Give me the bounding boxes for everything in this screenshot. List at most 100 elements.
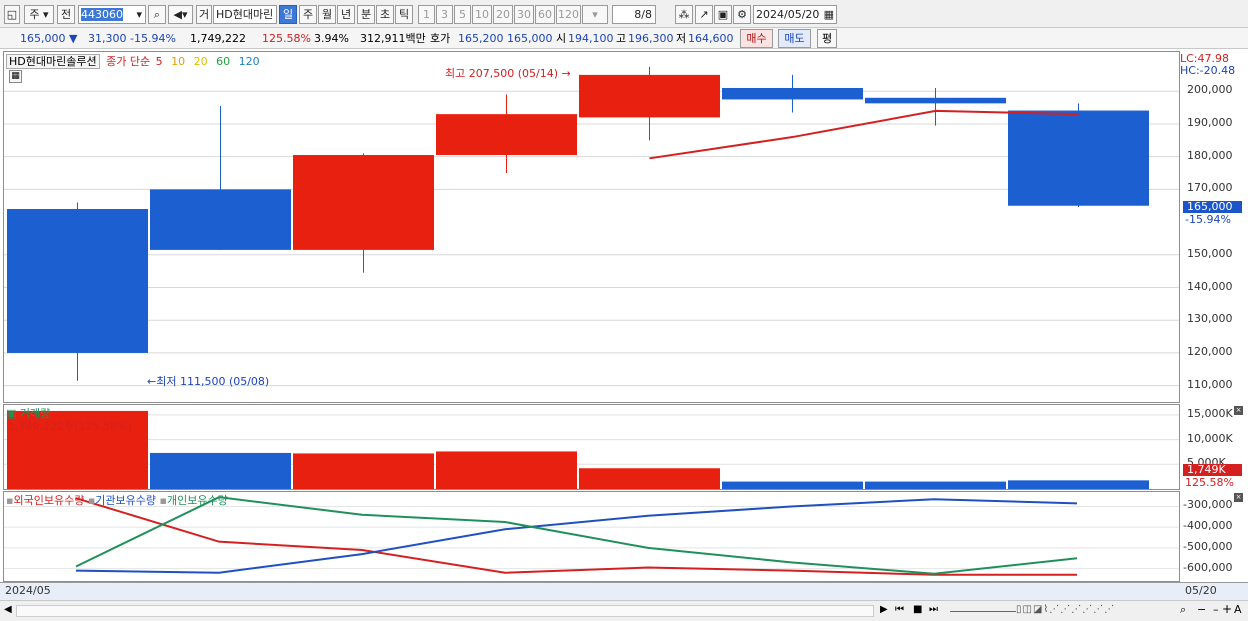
draw-icon[interactable]: ↗	[695, 5, 713, 24]
stock-name-field[interactable]: HD현대마린	[213, 5, 277, 24]
period-week-button[interactable]: 주	[299, 5, 317, 24]
volume-axis: × 15,000K 10,000K 5,000K 1,749K 125.58%	[1180, 404, 1245, 490]
date-input[interactable]: 2024/05/20 ▦	[753, 5, 837, 24]
volume-chart[interactable]	[4, 405, 1179, 489]
buy-button[interactable]: 매수	[740, 29, 773, 48]
ma5-label: 5	[155, 55, 163, 68]
holdings-chart-panel[interactable]: ▪외국인보유수량 ▪기관보유수량 ▪개인보유수량	[3, 491, 1180, 582]
period-minute-button[interactable]: 분	[357, 5, 375, 24]
price-tick-label: 140,000	[1187, 279, 1233, 293]
period-second-button[interactable]: 초	[376, 5, 394, 24]
price-tick-label: 150,000	[1187, 246, 1233, 260]
volume-value: 1,749,222	[190, 32, 246, 45]
price-chart[interactable]	[4, 52, 1179, 402]
scroll-left-icon[interactable]: ◀	[4, 604, 12, 615]
count-select[interactable]: ▾	[582, 5, 608, 24]
zoom-slider-track[interactable]	[950, 611, 1016, 612]
horizontal-scrollbar[interactable]	[16, 605, 874, 617]
gear-icon[interactable]: ⚙	[733, 5, 751, 24]
period-year-button[interactable]: 년	[337, 5, 355, 24]
count-20-button[interactable]: 20	[493, 5, 513, 24]
count-60-button[interactable]: 60	[535, 5, 555, 24]
holdings-panel-close-icon[interactable]: ×	[1234, 493, 1243, 502]
volume-bar	[865, 481, 1006, 489]
count-1-button[interactable]: 1	[418, 5, 435, 24]
drawing-tools-icons[interactable]: ▯◫◪⌇⋰⋰⋰⋰⋰⋰	[1016, 604, 1115, 615]
rewind-icon[interactable]: ⏮	[895, 604, 904, 615]
date-axis: 2024/05 05/20	[0, 582, 1248, 600]
price-tick-label: 180,000	[1187, 148, 1233, 162]
volume-chart-panel[interactable]: ▣ 거래량 1,749,222주(125.58%)	[3, 404, 1180, 490]
market-button[interactable]: 거	[196, 5, 212, 24]
volume-panel-close-icon[interactable]: ×	[1234, 406, 1243, 415]
open-value: 194,100	[568, 32, 614, 45]
average-button[interactable]: 평	[817, 29, 837, 48]
turnover-rate: 3.94%	[314, 32, 349, 45]
speaker-icon[interactable]: ◀▾	[168, 5, 193, 24]
price-tick-label: 110,000	[1187, 377, 1233, 391]
current-price-tag: 165,000	[1183, 201, 1242, 213]
high-label: 고	[616, 32, 627, 45]
date-axis-start: 2024/05	[5, 584, 51, 597]
page-indicator[interactable]: 8/8	[612, 5, 656, 24]
volume-bar	[436, 451, 577, 489]
window-menu-icon[interactable]: ◱	[4, 5, 20, 24]
count-10-button[interactable]: 10	[472, 5, 492, 24]
sell-button[interactable]: 매도	[778, 29, 811, 48]
calendar-icon[interactable]: ▦	[824, 6, 836, 23]
page-total: /8	[641, 8, 652, 21]
price-chart-panel[interactable]: HD현대마린솔루션 종가 단순 5 10 20 60 120 ▦ 최고 207,…	[3, 51, 1180, 403]
scroll-right-icon[interactable]: ▶	[880, 604, 888, 615]
stop-icon[interactable]: ■	[913, 604, 922, 615]
zoom-in-icon[interactable]: +	[1222, 602, 1232, 616]
volume-current-tag: 1,749K	[1183, 464, 1242, 476]
zoom-icon[interactable]: ⌕	[1180, 603, 1186, 617]
ma-legend-label: 종가 단순	[106, 55, 151, 68]
fast-forward-icon[interactable]: ⏭	[929, 604, 938, 615]
price-axis: LC:47.98 HC:-20.48 200,000 190,000 180,000…	[1180, 51, 1245, 403]
holdings-series-line	[75, 496, 1078, 575]
period-day-button[interactable]: 일	[279, 5, 297, 24]
period-month-button[interactable]: 월	[318, 5, 336, 24]
volume-bar	[1008, 480, 1149, 489]
ma120-label: 120	[238, 55, 260, 68]
holdings-tick-label: -600,000	[1183, 560, 1233, 574]
text-size-icon[interactable]: A	[1234, 603, 1242, 616]
holdings-axis: × -300,000 -400,000 -500,000 -600,000	[1180, 491, 1245, 582]
price-tick-label: 170,000	[1187, 181, 1233, 195]
minimize-icon[interactable]: –	[1213, 603, 1219, 616]
candle-body	[579, 74, 720, 118]
volume-bar	[722, 481, 863, 489]
bottom-scroll-bar: ◀ ▶ ⏮ ■ ⏭ ▯◫◪⌇⋰⋰⋰⋰⋰⋰ ⌕ − – + A	[0, 600, 1248, 621]
stock-label[interactable]: HD현대마린솔루션	[6, 54, 100, 69]
price-tick-label: 130,000	[1187, 312, 1233, 326]
low-value: 164,600	[688, 32, 734, 45]
search-icon[interactable]: ⌕	[148, 5, 166, 24]
period-type-select[interactable]: 주 ▾	[24, 5, 54, 24]
period-tick-button[interactable]: 틱	[395, 5, 413, 24]
legend-individual: 개인보유수량	[166, 494, 228, 507]
volume-bar	[579, 468, 720, 489]
prev-button[interactable]: 전	[57, 5, 75, 24]
save-icon[interactable]: ▣	[714, 5, 732, 24]
grid-toggle-icon[interactable]: ▦	[9, 70, 22, 83]
volume-annotation: 1,749,222주(125.58%)	[8, 420, 132, 433]
price-change: 31,300 -15.94%	[88, 32, 176, 45]
holdings-tick-label: -400,000	[1183, 519, 1233, 533]
zoom-out-icon[interactable]: −	[1197, 603, 1206, 616]
date-axis-end: 05/20	[1185, 584, 1217, 597]
hc-label: HC:-20.48	[1180, 64, 1236, 77]
count-5-button[interactable]: 5	[454, 5, 471, 24]
link-icon[interactable]: ⁂	[675, 5, 693, 24]
open-label: 시	[556, 32, 567, 45]
trade-amount: 312,911백만	[360, 32, 426, 45]
count-120-button[interactable]: 120	[556, 5, 581, 24]
holdings-series-line	[75, 497, 1077, 576]
stock-code-input[interactable]: 443060 ▾	[78, 5, 146, 24]
count-3-button[interactable]: 3	[436, 5, 453, 24]
legend-institution: 기관보유수량	[95, 494, 157, 507]
max-annotation-text: 최고 207,500 (05/14)	[445, 67, 559, 80]
volume-tick-label: 10,000K	[1187, 431, 1233, 445]
count-30-button[interactable]: 30	[514, 5, 534, 24]
min-annotation: ←최저 111,500 (05/08)	[147, 375, 270, 388]
